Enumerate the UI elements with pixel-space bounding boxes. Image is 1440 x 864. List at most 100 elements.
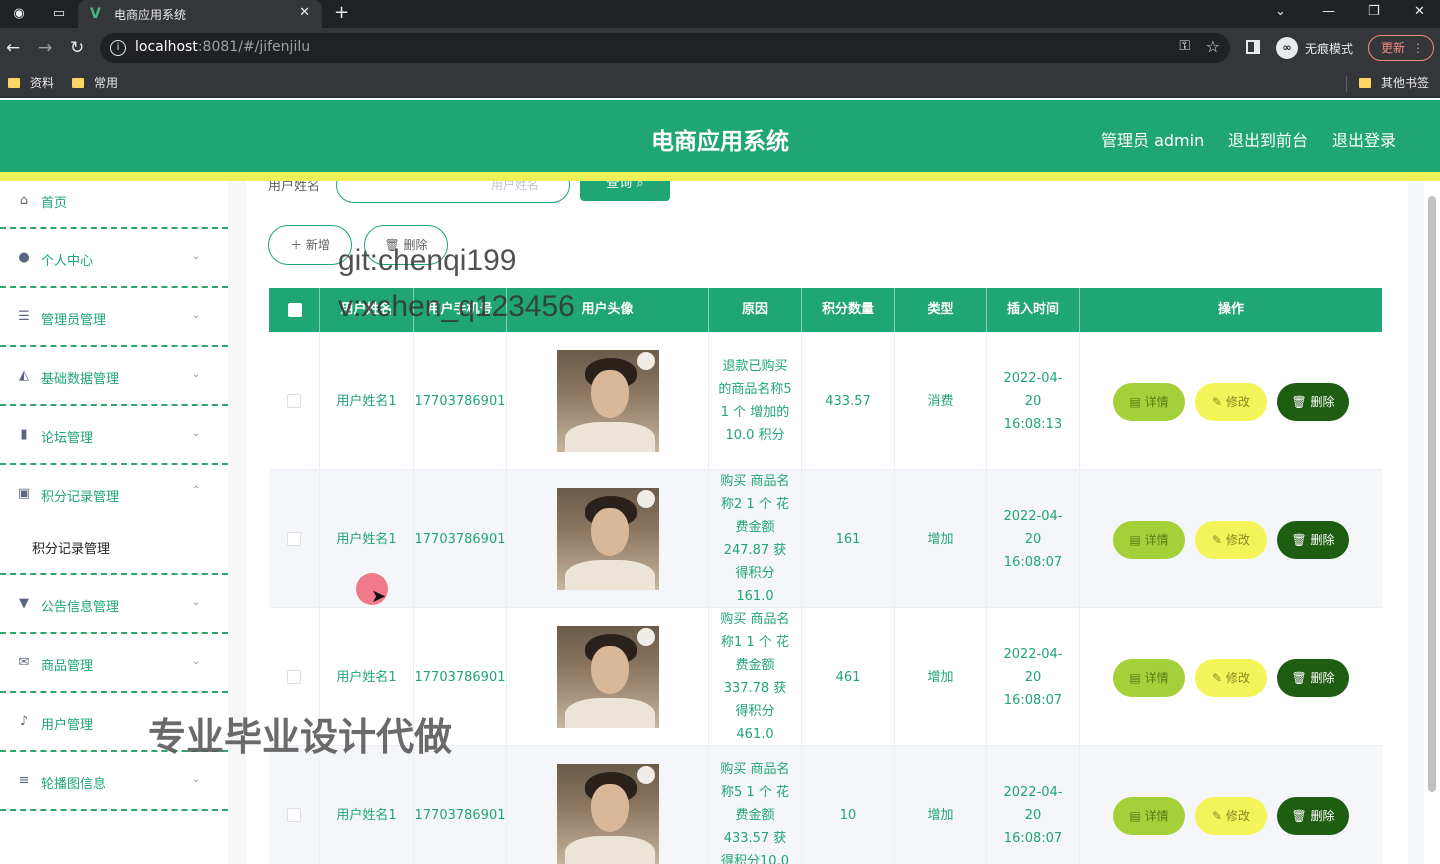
bookmark-separator <box>1346 76 1347 92</box>
exit-to-front-link[interactable]: 退出到前台 <box>1228 127 1308 151</box>
sidebar-item-label: 首页 <box>41 196 68 211</box>
points-cell: 433.57 <box>802 332 895 470</box>
edit-button[interactable]: ✎ 修改 <box>1195 521 1267 559</box>
back-icon[interactable]: ← <box>6 38 20 58</box>
row-select-cell <box>269 332 320 470</box>
edit-button[interactable]: ✎ 修改 <box>1195 659 1267 697</box>
sidebar-item-forum[interactable]: ▮ 论坛管理 ⌄ <box>0 406 228 465</box>
key-icon[interactable]: ⚿ <box>1179 38 1190 54</box>
other-bookmarks[interactable]: 其他书签 <box>1359 74 1429 91</box>
actions-cell: ▤ 详情 ✎ 修改 🗑 删除 <box>1080 746 1382 864</box>
browser-profile-icon[interactable]: ◉ <box>10 5 28 23</box>
detail-button[interactable]: ▤ 详情 <box>1113 797 1185 835</box>
row-select-cell <box>269 470 320 608</box>
row-checkbox[interactable] <box>287 670 301 684</box>
url-bar[interactable]: i localhost:8081/#/jifenjilu ⚿ ☆ <box>100 33 1230 63</box>
sidebar-item-label: 论坛管理 <box>41 431 94 446</box>
sidebar-item-points[interactable]: ▣ 积分记录管理 ⌃ <box>0 465 228 575</box>
user-icon: ● <box>18 250 30 265</box>
url-text[interactable]: localhost:8081/#/jifenjilu <box>135 39 310 55</box>
bar-chart-icon: ▮ <box>20 427 28 442</box>
delete-button[interactable]: 🗑 删除 <box>1277 521 1349 559</box>
logout-link[interactable]: 退出登录 <box>1332 127 1396 151</box>
type-cell: 增加 <box>895 746 987 864</box>
row-checkbox[interactable] <box>287 532 301 546</box>
bookmark-star-icon[interactable]: ☆ <box>1206 37 1220 56</box>
submenu-item-points-records[interactable]: 积分记录管理 <box>32 538 110 557</box>
row-select-cell <box>269 746 320 864</box>
search-input[interactable]: 用户姓名 <box>336 181 570 203</box>
incognito-icon[interactable]: ∞ <box>1276 37 1298 59</box>
tab-search-icon[interactable]: ▭ <box>50 5 68 23</box>
new-tab-button[interactable]: + <box>334 2 349 23</box>
menu-icon: ≡ <box>18 773 30 788</box>
site-info-icon[interactable]: i <box>110 40 126 56</box>
reason-cell: 购买 商品名称2 1 个 花费金额 247.87 获得积分161.0 <box>709 470 802 608</box>
avatar <box>556 764 659 864</box>
type-cell: 增加 <box>895 470 987 608</box>
search-button[interactable]: 查询 ⌕ <box>580 181 670 201</box>
column-header: 操作 <box>1217 302 1244 317</box>
reason-cell: 退款已购买的商品名称5 1 个 增加的 10.0 积分 <box>709 332 802 470</box>
column-header: 类型 <box>895 288 987 332</box>
edit-button[interactable]: ✎ 修改 <box>1195 797 1267 835</box>
sidebar-item-home[interactable]: ⌂ 首页 <box>0 181 228 229</box>
edit-button[interactable]: ✎ 修改 <box>1195 383 1267 421</box>
sidebar-item-admins[interactable]: ☰ 管理员管理 ⌄ <box>0 288 228 347</box>
column-header: 插入时间 <box>987 288 1080 332</box>
incognito-label: 无痕模式 <box>1305 42 1354 56</box>
folder-icon <box>1359 78 1371 88</box>
detail-button[interactable]: ▤ 详情 <box>1113 383 1185 421</box>
sidebar-item-basic-data[interactable]: ◭ 基础数据管理 ⌄ <box>0 347 228 406</box>
chevron-down-icon: ⌄ <box>192 597 201 608</box>
more-icon: ⋮ <box>1412 41 1424 55</box>
main-content: 用户姓名 用户姓名 查询 ⌕ ＋ 新增 🗑 删除 用户姓名 用户手机号 用户头像… <box>228 181 1424 864</box>
address-toolbar: ← → ↻ i localhost:8081/#/jifenjilu ⚿ ☆ ∞… <box>0 28 1440 68</box>
window-close-icon[interactable]: ✕ <box>1414 4 1425 19</box>
detail-button[interactable]: ▤ 详情 <box>1113 659 1185 697</box>
type-cell: 消费 <box>895 332 987 470</box>
detail-button[interactable]: ▤ 详情 <box>1113 521 1185 559</box>
mail-icon: ✉ <box>18 655 30 670</box>
row-checkbox[interactable] <box>287 394 301 408</box>
chevron-down-icon: ⌄ <box>192 774 201 785</box>
user-name-cell: 用户姓名1 <box>320 746 414 864</box>
sidebar: ⌂ 首页 ● 个人中心 ⌄ ☰ 管理员管理 ⌄ ◭ 基础数据管理 ⌄ ▮ 论坛管… <box>0 181 228 864</box>
delete-button[interactable]: 🗑 删除 <box>1277 383 1349 421</box>
row-checkbox[interactable] <box>287 808 301 822</box>
chevron-down-icon: ⌄ <box>192 310 201 321</box>
avatar <box>556 350 659 452</box>
bookmark-folder[interactable]: 资料 <box>8 74 54 91</box>
sidebar-item-goods[interactable]: ✉ 商品管理 ⌄ <box>0 634 228 693</box>
forward-icon[interactable]: → <box>38 38 52 58</box>
phone-cell: 17703786901 <box>414 470 507 608</box>
reload-icon[interactable]: ↻ <box>70 38 84 58</box>
bookmarks-bar: 资料 常用 其他书签 <box>0 68 1440 98</box>
admin-label: 管理员 admin <box>1101 131 1205 150</box>
side-panel-icon[interactable] <box>1246 40 1260 54</box>
tab-list-icon[interactable]: ⌄ <box>1275 4 1286 19</box>
header-select-cell <box>269 288 320 332</box>
actions-cell: ▤ 详情 ✎ 修改 🗑 删除 <box>1080 608 1382 746</box>
app-title: 电商应用系统 <box>651 129 789 155</box>
sidebar-item-label: 公告信息管理 <box>41 600 120 615</box>
delete-button[interactable]: 🗑 删除 <box>1277 797 1349 835</box>
bookmark-folder[interactable]: 常用 <box>72 74 118 91</box>
minimize-icon[interactable]: — <box>1322 4 1335 19</box>
points-cell: 10 <box>802 746 895 864</box>
time-cell: 2022-04-20 16:08:07 <box>987 470 1080 608</box>
browser-tab[interactable]: V 电商应用系统 ✕ <box>78 0 322 28</box>
sidebar-item-notices[interactable]: ▼ 公告信息管理 ⌄ <box>0 575 228 634</box>
restore-icon[interactable]: ❐ <box>1368 4 1380 19</box>
delete-button[interactable]: 🗑 删除 <box>1277 659 1349 697</box>
actions-cell: ▤ 详情 ✎ 修改 🗑 删除 <box>1080 332 1382 470</box>
update-button[interactable]: 更新 ⋮ <box>1368 35 1434 61</box>
sidebar-item-personal[interactable]: ● 个人中心 ⌄ <box>0 229 228 288</box>
folder-icon <box>8 78 20 88</box>
points-cell: 161 <box>802 470 895 608</box>
tab-close-icon[interactable]: ✕ <box>299 5 310 20</box>
search-label: 用户姓名 <box>268 181 321 194</box>
page-scrollbar[interactable] <box>1428 196 1436 792</box>
select-all-checkbox[interactable] <box>288 303 302 317</box>
chevron-down-icon: ⌄ <box>192 369 201 380</box>
